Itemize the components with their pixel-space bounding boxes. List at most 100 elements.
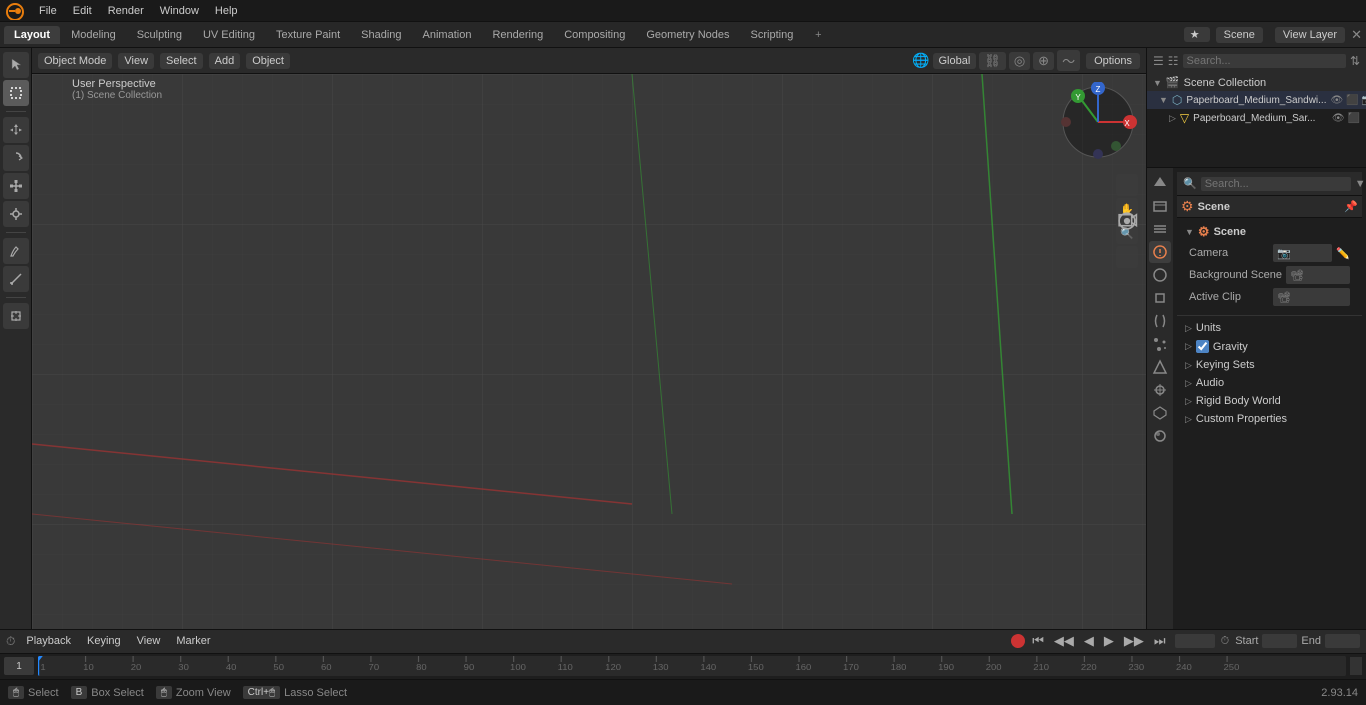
background-scene-field[interactable]: 📽 bbox=[1286, 266, 1350, 284]
tool-rotate[interactable] bbox=[3, 145, 29, 171]
menu-file[interactable]: File bbox=[32, 3, 64, 19]
item-restrict-view-1[interactable]: 👁 bbox=[1332, 113, 1345, 124]
props-icon-output[interactable] bbox=[1149, 195, 1171, 217]
camera-field[interactable]: 📷 bbox=[1273, 244, 1332, 262]
props-icon-material[interactable] bbox=[1149, 425, 1171, 447]
item-restrict-viewport-1[interactable]: ⬛ bbox=[1348, 113, 1360, 124]
collection-expand[interactable]: ▼ bbox=[1153, 78, 1162, 88]
tool-scale[interactable] bbox=[3, 173, 29, 199]
tab-shading[interactable]: Shading bbox=[351, 26, 411, 44]
tab-texture-paint[interactable]: Texture Paint bbox=[266, 26, 350, 44]
filter-icon[interactable]: ☷ bbox=[1168, 54, 1179, 68]
end-frame-input[interactable]: 250 bbox=[1325, 634, 1360, 648]
tab-sculpting[interactable]: Sculpting bbox=[127, 26, 192, 44]
tool-add-cube[interactable] bbox=[3, 303, 29, 329]
tab-scripting[interactable]: Scripting bbox=[741, 26, 804, 44]
props-icon-render[interactable] bbox=[1149, 172, 1171, 194]
tool-select[interactable] bbox=[3, 80, 29, 106]
custom-properties-row[interactable]: ▷ Custom Properties bbox=[1177, 410, 1362, 428]
tab-compositing[interactable]: Compositing bbox=[554, 26, 635, 44]
pivot-point[interactable]: ⊕ bbox=[1033, 52, 1054, 70]
play-button[interactable]: ▶ bbox=[1101, 632, 1117, 650]
snap-toggle[interactable]: ⛓ bbox=[979, 52, 1006, 70]
fps-display[interactable]: ⏱ bbox=[1221, 635, 1230, 648]
menu-edit[interactable]: Edit bbox=[66, 3, 99, 19]
viewport-add-menu[interactable]: Add bbox=[209, 53, 241, 69]
props-search-input[interactable] bbox=[1201, 177, 1351, 191]
props-icon-world[interactable] bbox=[1149, 264, 1171, 286]
graph-icon[interactable]: 〜 bbox=[1057, 50, 1080, 71]
props-icon-modifier[interactable] bbox=[1149, 310, 1171, 332]
skip-start-button[interactable]: ⏮ bbox=[1029, 632, 1047, 650]
item-restrict-render[interactable]: 📷 bbox=[1362, 95, 1366, 106]
view-layer-selector[interactable]: View Layer bbox=[1275, 27, 1345, 43]
audio-row[interactable]: ▷ Audio bbox=[1177, 374, 1362, 392]
record-button[interactable] bbox=[1011, 634, 1025, 648]
tool-annotate[interactable] bbox=[3, 238, 29, 264]
transform-orientation[interactable]: Global bbox=[933, 53, 977, 69]
scene-panel-pin[interactable]: 📌 bbox=[1344, 200, 1358, 213]
tl-menu-playback[interactable]: Playback bbox=[21, 634, 76, 648]
rigid-body-world-row[interactable]: ▷ Rigid Body World bbox=[1177, 392, 1362, 410]
timeline-scroll-end[interactable] bbox=[1350, 657, 1362, 675]
props-filter-icon[interactable]: ▼ bbox=[1355, 178, 1366, 190]
window-close-icon[interactable]: ✕ bbox=[1351, 27, 1362, 43]
scene-sub-header[interactable]: ▼ ⚙ Scene bbox=[1181, 222, 1358, 242]
outliner-item-1[interactable]: ▷ ▽ Paperboard_Medium_Sar... 👁 ⬛ bbox=[1147, 109, 1366, 127]
outliner-item-0[interactable]: ▼ ⬡ Paperboard_Medium_Sandwi... 👁 ⬛ 📷 bbox=[1147, 91, 1366, 109]
gravity-checkbox[interactable] bbox=[1196, 340, 1209, 353]
menu-help[interactable]: Help bbox=[208, 3, 245, 19]
scene-selector[interactable]: Scene bbox=[1216, 27, 1263, 43]
props-icon-view-layer[interactable] bbox=[1149, 218, 1171, 240]
item-restrict-viewport[interactable]: ⬛ bbox=[1346, 95, 1358, 106]
props-icon-object-data[interactable] bbox=[1149, 402, 1171, 424]
nav-render-preview[interactable] bbox=[1116, 246, 1138, 268]
viewport-select-menu[interactable]: Select bbox=[160, 53, 203, 69]
prev-frame-button[interactable]: ◀ bbox=[1081, 632, 1097, 650]
object-mode-select[interactable]: Object Mode bbox=[38, 53, 112, 69]
render-engine-selector[interactable]: ★ bbox=[1184, 27, 1210, 42]
item-expand-0[interactable]: ▼ bbox=[1159, 95, 1168, 105]
props-icon-constraints[interactable] bbox=[1149, 379, 1171, 401]
viewport-canvas[interactable]: X Y Z ✋ 🔍 bbox=[32, 74, 1146, 629]
tab-geometry-nodes[interactable]: Geometry Nodes bbox=[636, 26, 739, 44]
next-frame-button[interactable]: ▶▶ bbox=[1121, 632, 1147, 650]
timeline-ruler[interactable]: 1 10 20 30 40 50 60 70 80 90 1 bbox=[38, 656, 1346, 676]
units-row[interactable]: ▷ Units bbox=[1177, 319, 1362, 337]
keying-sets-row[interactable]: ▷ Keying Sets bbox=[1177, 356, 1362, 374]
add-workspace-button[interactable]: + bbox=[808, 25, 828, 45]
props-icon-object[interactable] bbox=[1149, 287, 1171, 309]
skip-end-button[interactable]: ⏭ bbox=[1151, 632, 1169, 650]
tab-uv-editing[interactable]: UV Editing bbox=[193, 26, 265, 44]
transform-orientation-icon[interactable]: 🌐 bbox=[912, 52, 929, 69]
tl-menu-keying[interactable]: Keying bbox=[82, 634, 126, 648]
proportional-edit[interactable]: ◎ bbox=[1009, 52, 1030, 70]
viewport[interactable]: Object Mode View Select Add Object 🌐 Glo… bbox=[32, 48, 1146, 629]
tl-menu-view[interactable]: View bbox=[132, 634, 166, 648]
viewport-view-menu[interactable]: View bbox=[118, 53, 154, 69]
current-frame-input[interactable]: 1 bbox=[1175, 634, 1215, 648]
tab-rendering[interactable]: Rendering bbox=[482, 26, 553, 44]
tool-move[interactable] bbox=[3, 117, 29, 143]
active-clip-field[interactable]: 📽 bbox=[1273, 288, 1350, 306]
tool-transform[interactable] bbox=[3, 201, 29, 227]
item-restrict-view[interactable]: 👁 bbox=[1331, 95, 1344, 106]
viewport-options-btn[interactable]: Options bbox=[1086, 53, 1140, 69]
tl-menu-marker[interactable]: Marker bbox=[171, 634, 215, 648]
tab-modeling[interactable]: Modeling bbox=[61, 26, 126, 44]
tab-animation[interactable]: Animation bbox=[413, 26, 482, 44]
camera-gizmo[interactable]: X Y Z bbox=[1058, 82, 1138, 162]
step-back-button[interactable]: ◀◀ bbox=[1051, 632, 1077, 650]
gravity-row[interactable]: ▷ Gravity bbox=[1177, 337, 1362, 356]
tool-measure[interactable] bbox=[3, 266, 29, 292]
start-frame-input[interactable]: 1 bbox=[1262, 634, 1297, 648]
props-icon-scene[interactable] bbox=[1149, 241, 1171, 263]
tool-cursor[interactable] bbox=[3, 52, 29, 78]
props-icon-physics[interactable] bbox=[1149, 356, 1171, 378]
viewport-object-menu[interactable]: Object bbox=[246, 53, 290, 69]
tab-layout[interactable]: Layout bbox=[4, 26, 60, 44]
props-icon-particles[interactable] bbox=[1149, 333, 1171, 355]
item-expand-1[interactable]: ▷ bbox=[1169, 113, 1176, 124]
menu-window[interactable]: Window bbox=[153, 3, 206, 19]
outliner-search[interactable] bbox=[1183, 54, 1346, 68]
